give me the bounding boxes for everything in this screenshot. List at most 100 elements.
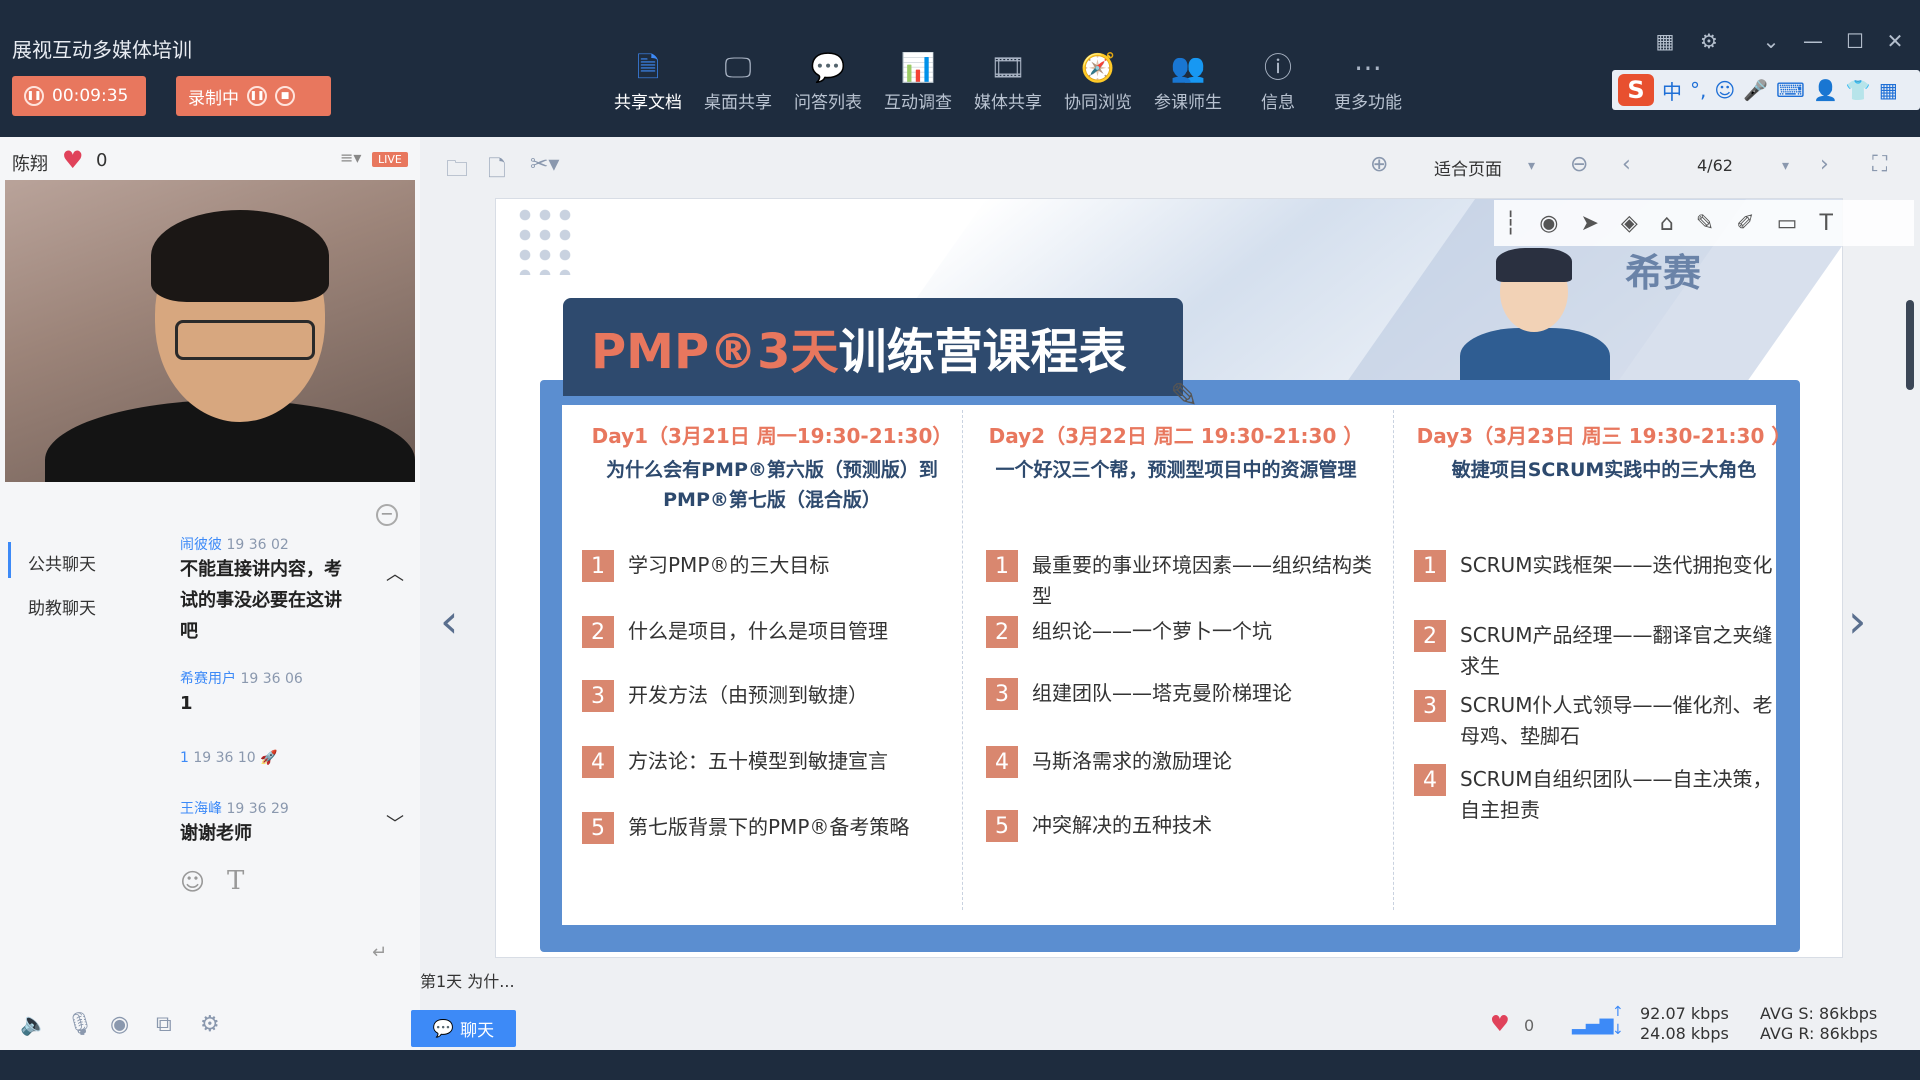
day-heading: Day1（3月21日 周一19:30-21:30）: [591, 424, 953, 448]
chat-message: 希赛用户 19 36 06 1: [180, 668, 358, 719]
scroll-up-icon[interactable]: ︿: [386, 560, 404, 586]
microphone-icon[interactable]: 🎙: [66, 1012, 94, 1037]
slide-scrollbar[interactable]: [1906, 300, 1914, 390]
day-heading: Day2（3月22日 周二 19:30-21:30 ）: [988, 424, 1364, 448]
scissors-icon[interactable]: ✂▾: [530, 152, 559, 177]
list-menu-icon[interactable]: ≡▾: [340, 148, 361, 167]
ime-logo[interactable]: S: [1618, 74, 1654, 106]
toolbar-people-button[interactable]: 👥 参课师生: [1143, 48, 1233, 113]
close-icon[interactable]: ✕: [1880, 26, 1910, 56]
chat-text: 谢谢老师: [180, 823, 252, 844]
schedule-item: 4 方法论：五十模型到敏捷宣言: [582, 746, 972, 778]
toolbar-label: 协同浏览: [1064, 93, 1132, 113]
chat-button[interactable]: 💬 聊天: [411, 1010, 516, 1047]
fullscreen-icon[interactable]: ⛶: [1872, 152, 1887, 177]
file-icon[interactable]: 🗋: [488, 152, 506, 190]
camera-icon[interactable]: ◉: [110, 1012, 129, 1037]
chevron-down-icon[interactable]: ▾: [1528, 158, 1535, 174]
emoji-icon[interactable]: ☺: [1714, 78, 1735, 102]
avg-recv-rate: AVG R: 86kbps: [1760, 1024, 1878, 1043]
settings-icon[interactable]: ⚙: [1694, 26, 1724, 56]
mic-icon[interactable]: 🎤: [1743, 78, 1768, 102]
minimize-icon[interactable]: —: [1798, 26, 1828, 56]
annotation-toolbar: ┆ ◉ ➤ ◈ ⌂ ✎ ✐ ▭ T: [1494, 200, 1914, 246]
toolbar-info-button[interactable]: ⓘ 信息: [1233, 48, 1323, 113]
toolbar-document-button[interactable]: 🗎 共享文档: [603, 48, 693, 113]
tab-public-chat[interactable]: 公共聊天: [28, 550, 96, 575]
page-thumbnail-label[interactable]: 第1天 为什...: [420, 968, 515, 992]
toolbar-desktop-button[interactable]: 🖵 桌面共享: [693, 48, 783, 113]
settings-icon[interactable]: ⚙: [200, 1012, 220, 1037]
user-icon[interactable]: 👤: [1813, 78, 1838, 102]
film-icon: 🎞: [990, 51, 1026, 84]
toolbar-label: 更多功能: [1334, 93, 1402, 113]
scroll-down-icon[interactable]: ﹀: [386, 810, 404, 836]
toolbar-qa-button[interactable]: 💬 问答列表: [783, 48, 873, 113]
collapse-icon[interactable]: −: [376, 504, 398, 526]
chevron-down-icon[interactable]: ▾: [1782, 158, 1789, 174]
chat-message: 1 19 36 10 🚀: [180, 750, 358, 766]
enter-icon[interactable]: ↵: [372, 942, 387, 963]
slide-title-accent: PMP®3天: [591, 324, 839, 380]
recording-status[interactable]: 录制中 ❚❚ ■: [176, 76, 331, 116]
ime-mode[interactable]: 中: [1662, 76, 1682, 105]
tab-assistant-chat[interactable]: 助教聊天: [28, 594, 96, 619]
pause-recording-icon[interactable]: ❚❚: [247, 86, 267, 106]
item-number: 5: [582, 812, 614, 844]
arrow-down-icon: ↓: [1612, 1022, 1624, 1038]
highlighter-icon[interactable]: ✎: [1696, 211, 1714, 236]
drag-handle-icon[interactable]: ┆: [1504, 211, 1517, 236]
grid-icon[interactable]: ▦: [1879, 78, 1898, 102]
speaker-icon[interactable]: 🔈: [20, 1012, 47, 1037]
schedule-item: 5 第七版背景下的PMP®备考策略: [582, 812, 972, 844]
toolbar-more-button[interactable]: ⋯ 更多功能: [1323, 48, 1413, 113]
chevron-down-icon[interactable]: ⌄: [1756, 26, 1786, 56]
chat-meta: 希赛用户 19 36 06: [180, 668, 358, 688]
toolbar-bar-chart-button[interactable]: 📊 互动调查: [873, 48, 963, 113]
heart-icon[interactable]: ♥: [62, 146, 84, 174]
day-heading: Day3（3月23日 周三 19:30-21:30 ）: [1416, 424, 1792, 448]
app-title: 展视互动多媒体培训: [12, 38, 192, 62]
item-text: 方法论：五十模型到敏捷宣言: [628, 749, 888, 773]
screen-capture-icon[interactable]: ⧉: [156, 1012, 172, 1037]
zoom-out-icon[interactable]: ⊖: [1570, 152, 1588, 177]
punctuation-icon[interactable]: °,: [1690, 78, 1706, 102]
chat-text: 不能直接讲内容，考试的事没必要在这讲吧: [180, 559, 342, 642]
folder-icon[interactable]: 🗀: [446, 152, 468, 190]
pen-icon[interactable]: ✐: [1736, 211, 1754, 236]
laser-icon[interactable]: ◉: [1539, 211, 1558, 236]
clear-icon[interactable]: ⌂: [1660, 211, 1674, 236]
text-tool-icon[interactable]: T: [1819, 211, 1832, 236]
next-slide-icon[interactable]: ›: [1848, 594, 1866, 648]
toolbar-label: 桌面共享: [704, 93, 772, 113]
zoom-select[interactable]: 适合页面: [1434, 155, 1502, 180]
chat-time: 19 36 29: [226, 801, 289, 817]
keyboard-icon[interactable]: ⌨: [1776, 78, 1805, 102]
toolbar-film-button[interactable]: 🎞 媒体共享: [963, 48, 1053, 113]
day-column: Day3（3月23日 周三 19:30-21:30 ） 敏捷项目SCRUM实践中的…: [1404, 420, 1804, 920]
shirt-icon[interactable]: 👕: [1846, 78, 1871, 102]
recording-label: 录制中: [188, 88, 239, 109]
ime-toolbar[interactable]: S 中 °, ☺ 🎤 ⌨ 👤 👕 ▦: [1612, 70, 1920, 110]
schedule-item: 5 冲突解决的五种技术: [986, 810, 1376, 842]
heart-icon[interactable]: ♥: [1490, 1012, 1510, 1037]
page-number[interactable]: 4/62: [1697, 156, 1733, 175]
toolbar-compass-button[interactable]: 🧭 协同浏览: [1053, 48, 1143, 113]
zoom-in-icon[interactable]: ⊕: [1370, 152, 1388, 177]
recv-rate: 24.08 kbps: [1640, 1024, 1729, 1043]
maximize-icon[interactable]: ☐: [1840, 26, 1870, 56]
emoji-icon[interactable]: ☺: [180, 868, 205, 896]
prev-slide-icon[interactable]: ‹: [440, 594, 458, 648]
pause-icon[interactable]: ❚❚: [24, 86, 44, 106]
video-glasses-shape: [175, 320, 315, 360]
next-page-icon[interactable]: ›: [1820, 152, 1829, 177]
layout-icon[interactable]: ▦: [1650, 26, 1680, 56]
like-count: 0: [96, 150, 108, 171]
text-format-icon[interactable]: T: [227, 866, 244, 896]
item-text: SCRUM产品经理——翻译官之夹缝求生: [1460, 623, 1773, 678]
prev-page-icon[interactable]: ‹: [1622, 152, 1631, 177]
rectangle-icon[interactable]: ▭: [1777, 211, 1798, 236]
stop-recording-icon[interactable]: ■: [275, 86, 295, 106]
pointer-icon[interactable]: ➤: [1580, 211, 1598, 236]
eraser-icon[interactable]: ◈: [1621, 211, 1638, 236]
